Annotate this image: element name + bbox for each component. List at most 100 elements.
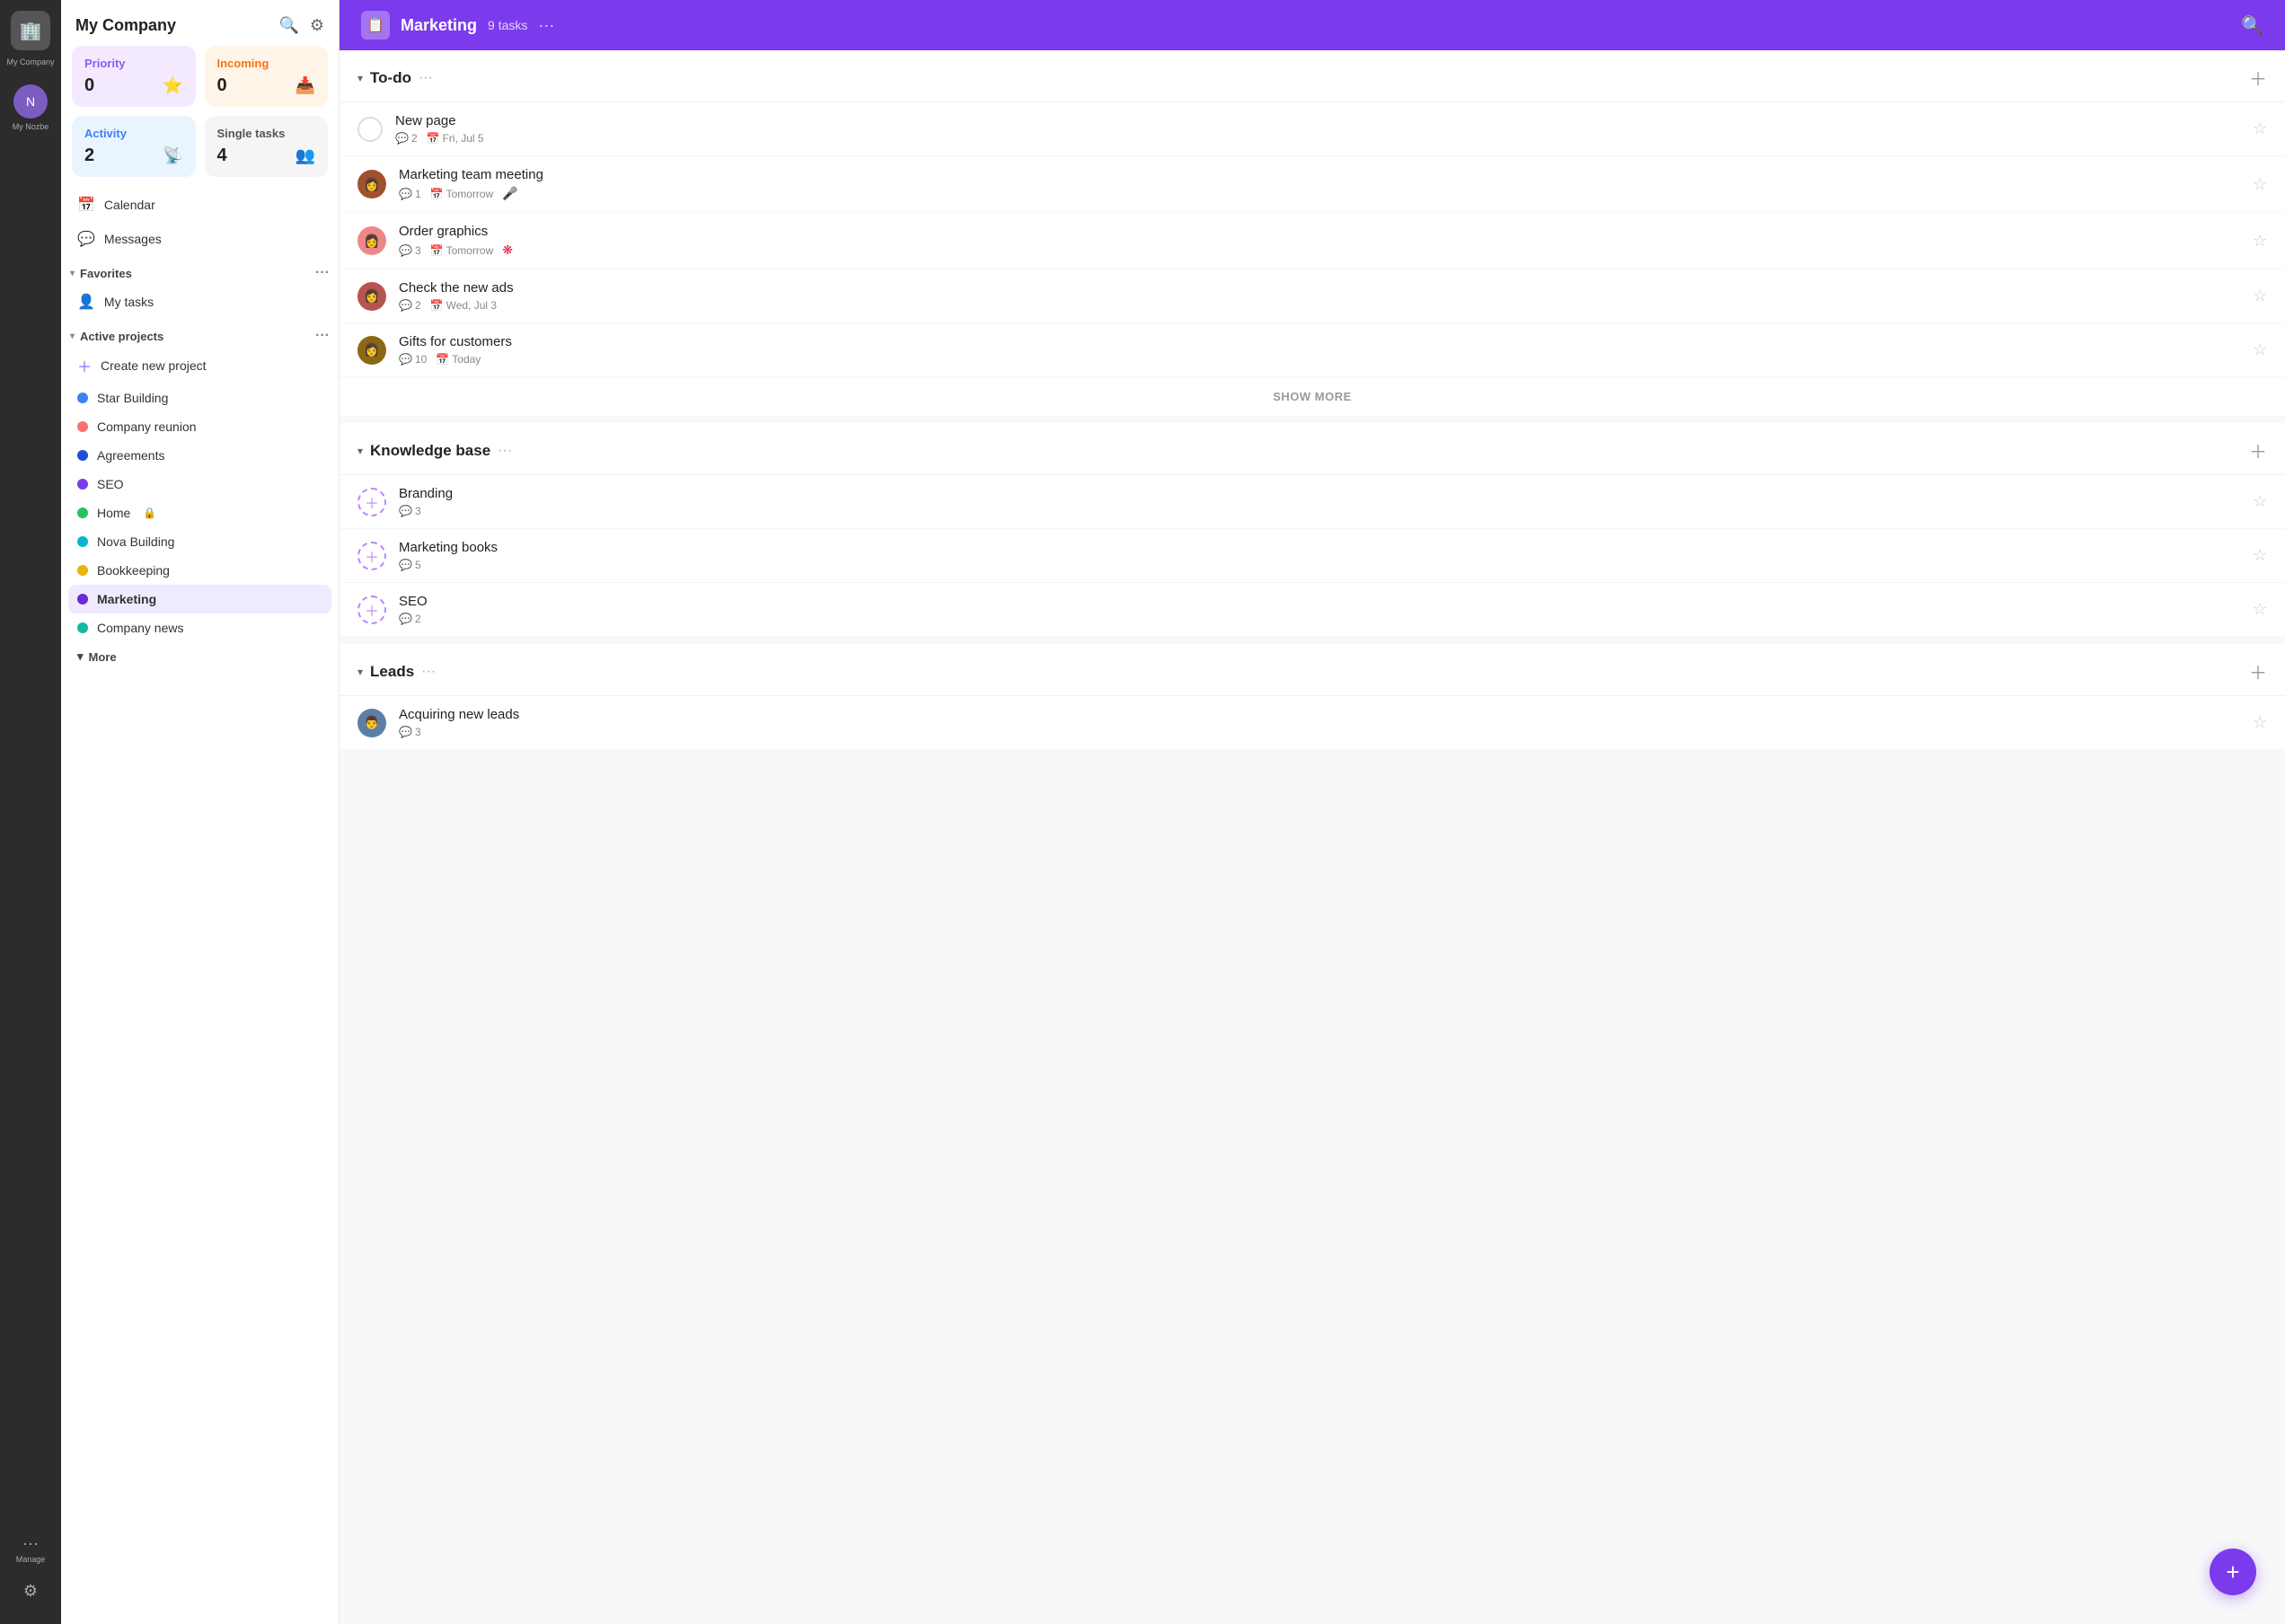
kb-chevron-icon[interactable]: ▾ <box>357 445 363 457</box>
task-content-meeting: Marketing team meeting 💬 1 📅 Tomorrow 🎤 <box>399 167 2253 201</box>
task-content-leads: Acquiring new leads 💬 3 <box>399 707 2253 738</box>
project-more-button[interactable]: ··· <box>538 16 554 35</box>
task-row[interactable]: ＋ Marketing books 💬 5 ☆ <box>340 529 2285 583</box>
settings-button[interactable]: ⚙ <box>23 1576 38 1606</box>
project-item-agreements[interactable]: Agreements <box>68 441 331 470</box>
task-content-ads: Check the new ads 💬 2 📅 Wed, Jul 3 <box>399 280 2253 312</box>
project-dot-company-news <box>77 622 88 633</box>
kb-more-button[interactable]: ··· <box>498 443 512 459</box>
active-projects-more-button[interactable]: ··· <box>315 328 330 344</box>
project-item-star-building[interactable]: Star Building <box>68 384 331 412</box>
todo-add-button[interactable]: ＋ <box>2249 65 2267 91</box>
incoming-card[interactable]: Incoming 0 📥 <box>205 46 329 107</box>
app-logo[interactable]: 🏢 <box>11 11 50 50</box>
task-row[interactable]: 👨 Acquiring new leads 💬 3 ☆ <box>340 696 2285 750</box>
comment-icon: 💬 <box>395 132 409 145</box>
task-area: ▾ To-do ··· ＋ New page 💬 2 <box>340 50 2285 1624</box>
favorites-more-button[interactable]: ··· <box>315 265 330 281</box>
project-label-seo: SEO <box>97 477 124 491</box>
gear-icon[interactable]: ⚙ <box>310 16 324 35</box>
task-star-new-page[interactable]: ☆ <box>2253 119 2267 138</box>
project-dot-marketing <box>77 594 88 605</box>
project-dot-nova-building <box>77 536 88 547</box>
task-star-graphics[interactable]: ☆ <box>2253 232 2267 251</box>
task-checkbox-new-page[interactable] <box>357 117 383 142</box>
manage-label: Manage <box>16 1555 46 1564</box>
task-row[interactable]: ＋ SEO 💬 2 ☆ <box>340 583 2285 637</box>
project-label-company-reunion: Company reunion <box>97 419 197 434</box>
task-star-meeting[interactable]: ☆ <box>2253 175 2267 194</box>
task-row[interactable]: 👩 Check the new ads 💬 2 📅 Wed, Jul 3 <box>340 269 2285 323</box>
task-avatar-leads: 👨 <box>357 709 386 737</box>
calendar-icon: 📅 <box>430 244 444 257</box>
sidebar-title: My Company <box>75 16 176 35</box>
single-tasks-count: 4 <box>217 146 227 166</box>
active-projects-section-header: ▾ Active projects ··· <box>61 319 339 348</box>
project-item-marketing[interactable]: Marketing <box>68 585 331 613</box>
todo-more-button[interactable]: ··· <box>419 70 433 86</box>
project-item-nova-building[interactable]: Nova Building <box>68 527 331 556</box>
main-panel: 📋 Marketing 9 tasks ··· 🔍 ▾ To-do ··· ＋ <box>340 0 2285 1624</box>
my-nozbe-avatar[interactable]: N <box>13 84 48 119</box>
task-row[interactable]: New page 💬 2 📅 Fri, Jul 5 ☆ <box>340 102 2285 156</box>
project-label-nova-building: Nova Building <box>97 534 174 549</box>
task-meta-ads: 💬 2 📅 Wed, Jul 3 <box>399 299 2253 312</box>
priority-count: 0 <box>84 75 94 96</box>
task-row[interactable]: 👩 Marketing team meeting 💬 1 📅 Tomorrow … <box>340 156 2285 213</box>
priority-star-icon: ⭐ <box>163 76 182 95</box>
my-tasks-icon: 👤 <box>77 293 95 311</box>
activity-card[interactable]: Activity 2 📡 <box>72 116 196 177</box>
project-label-agreements: Agreements <box>97 448 164 463</box>
priority-card[interactable]: Priority 0 ⭐ <box>72 46 196 107</box>
more-chevron-icon: ▾ <box>77 649 84 664</box>
task-meta-leads: 💬 3 <box>399 726 2253 738</box>
sidebar-scroll: Priority 0 ⭐ Incoming 0 📥 Activity 2 📡 <box>61 46 339 1624</box>
task-meta-branding: 💬 3 <box>399 505 2253 517</box>
home-lock-icon: 🔒 <box>143 507 156 519</box>
task-avatar-ads: 👩 <box>357 282 386 311</box>
task-star-leads[interactable]: ☆ <box>2253 713 2267 732</box>
task-row[interactable]: 👩 Gifts for customers 💬 10 📅 Today <box>340 323 2285 377</box>
knowledge-base-section-header: ▾ Knowledge base ··· ＋ <box>340 423 2285 475</box>
more-section[interactable]: ▾ More <box>61 642 339 671</box>
task-star-gifts[interactable]: ☆ <box>2253 340 2267 359</box>
search-icon[interactable]: 🔍 <box>278 16 298 35</box>
leads-add-button[interactable]: ＋ <box>2249 658 2267 684</box>
comment-icon: 💬 <box>399 505 412 517</box>
comment-icon: 💬 <box>399 353 412 366</box>
task-row[interactable]: 👩 Order graphics 💬 3 📅 Tomorrow ❋ <box>340 213 2285 269</box>
main-search-icon[interactable]: 🔍 <box>2241 14 2263 37</box>
project-item-seo[interactable]: SEO <box>68 470 331 499</box>
task-star-ads[interactable]: ☆ <box>2253 287 2267 305</box>
leads-title: Leads <box>370 663 414 681</box>
task-date-gifts: Today <box>452 353 481 366</box>
project-item-company-news[interactable]: Company news <box>68 613 331 642</box>
todo-section-header: ▾ To-do ··· ＋ <box>340 50 2285 102</box>
favorites-chevron-icon[interactable]: ▾ <box>70 269 75 278</box>
manage-button[interactable]: ··· Manage <box>16 1529 46 1569</box>
show-more-button[interactable]: SHOW MORE <box>340 377 2285 416</box>
leads-more-button[interactable]: ··· <box>421 664 436 680</box>
calendar-nav-item[interactable]: 📅 Calendar <box>68 188 331 222</box>
task-star-branding[interactable]: ☆ <box>2253 492 2267 511</box>
messages-nav-item[interactable]: 💬 Messages <box>68 222 331 256</box>
project-item-company-reunion[interactable]: Company reunion <box>68 412 331 441</box>
create-project-item[interactable]: ＋ Create new project <box>68 348 331 384</box>
task-star-seo[interactable]: ☆ <box>2253 600 2267 619</box>
leads-chevron-icon[interactable]: ▾ <box>357 666 363 678</box>
fab-add-button[interactable]: + <box>2210 1549 2256 1595</box>
project-item-home[interactable]: Home 🔒 <box>68 499 331 527</box>
todo-section: ▾ To-do ··· ＋ New page 💬 2 <box>340 50 2285 416</box>
kb-add-button[interactable]: ＋ <box>2249 437 2267 463</box>
task-row[interactable]: ＋ Branding 💬 3 ☆ <box>340 475 2285 529</box>
todo-chevron-icon[interactable]: ▾ <box>357 72 363 84</box>
task-star-mbooks[interactable]: ☆ <box>2253 546 2267 565</box>
my-tasks-item[interactable]: 👤 My tasks <box>68 285 331 319</box>
incoming-label: Incoming <box>217 57 316 70</box>
task-meta-mbooks: 💬 5 <box>399 559 2253 571</box>
task-title-gifts: Gifts for customers <box>399 334 2253 349</box>
task-avatar-meeting: 👩 <box>357 170 386 199</box>
single-tasks-card[interactable]: Single tasks 4 👥 <box>205 116 329 177</box>
project-item-bookkeeping[interactable]: Bookkeeping <box>68 556 331 585</box>
active-projects-chevron-icon[interactable]: ▾ <box>70 331 75 341</box>
